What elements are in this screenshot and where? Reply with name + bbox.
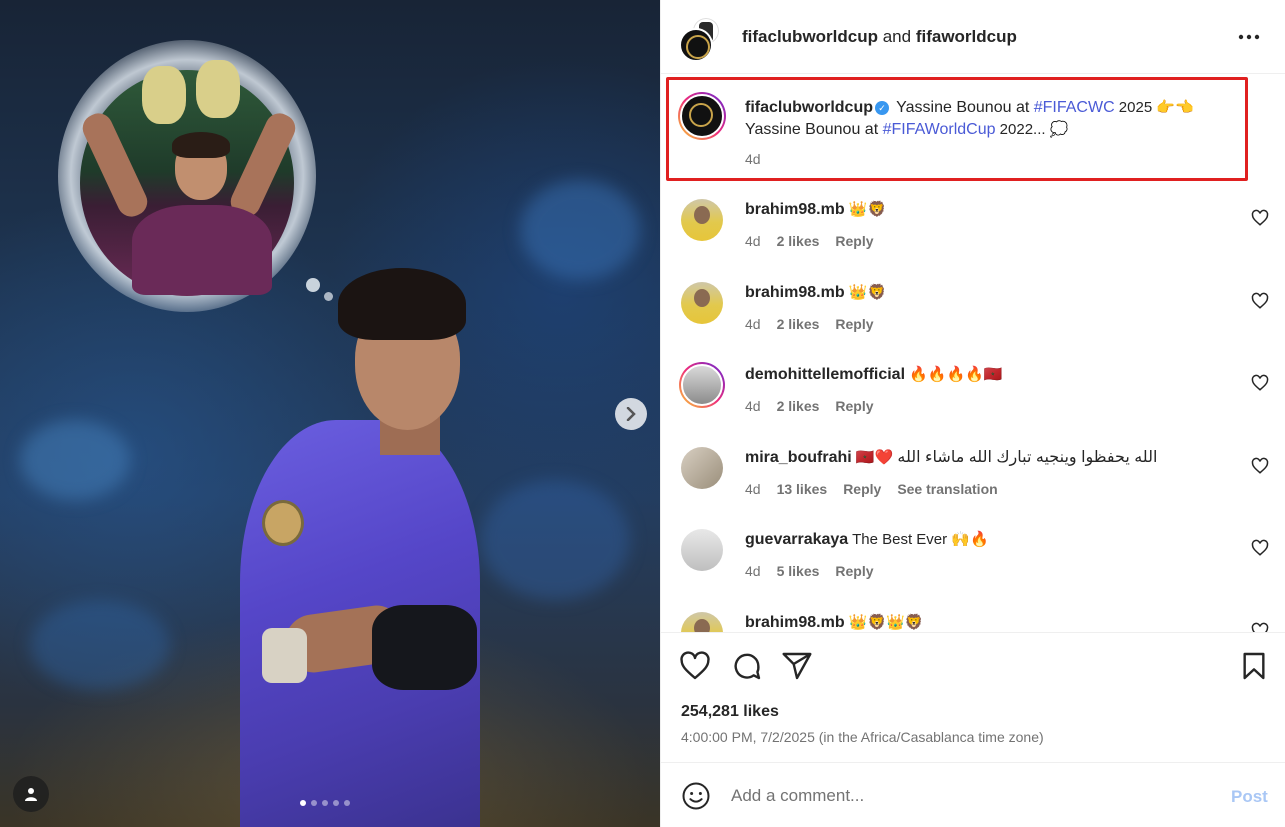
see-translation-link[interactable]: See translation [897, 481, 997, 497]
carousel-dot[interactable] [344, 800, 350, 806]
reply-button[interactable]: Reply [843, 481, 881, 497]
comment-likes[interactable]: 2 likes [777, 398, 820, 414]
heart-icon[interactable] [1251, 292, 1269, 310]
comment-username[interactable]: brahim98.mb [745, 614, 845, 631]
reply-button[interactable]: Reply [835, 316, 873, 332]
heart-icon[interactable] [1251, 622, 1269, 632]
avatar[interactable] [681, 447, 723, 489]
chevron-right-icon[interactable] [615, 398, 647, 430]
user-tag-icon[interactable] [13, 776, 49, 812]
share-icon[interactable] [781, 650, 813, 682]
comment-row: brahim98.mb 👑🦁 4d 2 likes Reply [661, 280, 1285, 332]
comment-row: brahim98.mb 👑🦁👑🦁 [661, 610, 1285, 632]
post-sidebar: fifaclubworldcup and fifaworldcup fifacl… [660, 0, 1285, 827]
comment-time[interactable]: 4d [745, 563, 761, 579]
avatar[interactable] [679, 28, 713, 62]
hashtag-link[interactable]: #FIFACWC [1034, 99, 1115, 116]
avatar[interactable] [678, 92, 726, 140]
avatar[interactable] [681, 529, 723, 571]
comment-likes[interactable]: 5 likes [777, 563, 820, 579]
reply-button[interactable]: Reply [835, 563, 873, 579]
comment-time[interactable]: 4d [745, 233, 761, 249]
comment-username[interactable]: mira_boufrahi [745, 449, 852, 466]
comment-username[interactable]: brahim98.mb [745, 284, 845, 301]
comment-likes[interactable]: 2 likes [777, 316, 820, 332]
avatar[interactable] [681, 199, 723, 241]
carousel-dot[interactable] [333, 800, 339, 806]
author-link[interactable]: fifaworldcup [916, 27, 1017, 46]
carousel-dot[interactable] [311, 800, 317, 806]
comment-composer: Post [661, 762, 1285, 827]
avatar[interactable] [681, 282, 723, 324]
comment-time[interactable]: 4d [745, 398, 761, 414]
post-timestamp[interactable]: 4:00:00 PM, 7/2/2025 (in the Africa/Casa… [681, 729, 1044, 745]
heart-icon[interactable] [679, 650, 711, 682]
comment-likes[interactable]: 13 likes [777, 481, 828, 497]
comment-time[interactable]: 4d [745, 481, 761, 497]
post-header: fifaclubworldcup and fifaworldcup [661, 0, 1285, 74]
heart-icon[interactable] [1251, 539, 1269, 557]
comment-input[interactable] [731, 781, 1211, 811]
author-link[interactable]: fifaclubworldcup [742, 27, 878, 46]
heart-icon[interactable] [1251, 457, 1269, 475]
carousel-dot[interactable] [322, 800, 328, 806]
avatar[interactable] [679, 362, 725, 408]
club-badge [262, 500, 304, 546]
comment-time[interactable]: 4d [745, 151, 761, 167]
reply-button[interactable]: Reply [835, 233, 873, 249]
bookmark-icon[interactable] [1238, 650, 1270, 682]
comment-username[interactable]: guevarrakaya [745, 531, 848, 548]
caption-username[interactable]: fifaclubworldcup [745, 99, 873, 116]
post-media[interactable] [0, 0, 660, 827]
more-horizontal-icon[interactable] [1231, 22, 1267, 52]
post-authors: fifaclubworldcup and fifaworldcup [742, 27, 1017, 46]
collab-avatars[interactable] [679, 16, 725, 62]
hashtag-link[interactable]: #FIFAWorldCup [883, 121, 996, 138]
heart-icon[interactable] [1251, 209, 1269, 227]
carousel-dots [300, 800, 350, 806]
likes-count[interactable]: 254,281 likes [681, 703, 779, 721]
avatar[interactable] [681, 612, 723, 632]
comment-time[interactable]: 4d [745, 316, 761, 332]
post-actions: 254,281 likes 4:00:00 PM, 7/2/2025 (in t… [661, 632, 1285, 762]
carousel-dot[interactable] [300, 800, 306, 806]
heart-icon[interactable] [1251, 374, 1269, 392]
reply-button[interactable]: Reply [835, 398, 873, 414]
comment-icon[interactable] [731, 650, 763, 682]
comment-username[interactable]: brahim98.mb [745, 201, 845, 218]
smiley-icon[interactable] [681, 781, 711, 811]
comment-username[interactable]: demohittellemofficial [745, 366, 905, 383]
verified-icon: ✓ [875, 101, 889, 115]
comments-list[interactable]: fifaclubworldcup ✓ Yassine Bounou at #FIF… [661, 75, 1285, 632]
comment-row: brahim98.mb 👑🦁 4d 2 likes Reply [661, 197, 1285, 249]
comment-likes[interactable]: 2 likes [777, 233, 820, 249]
post-button[interactable]: Post [1231, 787, 1268, 807]
